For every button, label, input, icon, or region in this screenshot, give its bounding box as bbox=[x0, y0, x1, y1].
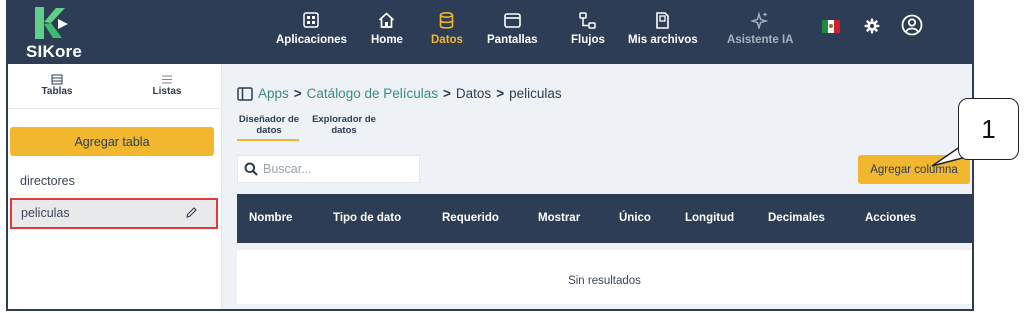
sikore-logo-icon bbox=[35, 7, 68, 39]
grid-icon bbox=[301, 10, 321, 30]
column-header-tipo-de-dato[interactable]: Tipo de dato bbox=[333, 212, 401, 224]
column-header-nombre[interactable]: Nombre bbox=[249, 212, 292, 224]
callout-badge: 1 bbox=[958, 98, 1019, 160]
app-logo[interactable]: SIKore bbox=[20, 6, 84, 62]
nav-label: Datos bbox=[431, 34, 463, 46]
column-header-longitud[interactable]: Longitud bbox=[685, 212, 734, 224]
search-box bbox=[237, 155, 420, 183]
mexico-flag-icon[interactable] bbox=[822, 20, 840, 33]
nav-label: Asistente IA bbox=[727, 34, 794, 46]
tab-label-line1: Explorador de bbox=[312, 114, 376, 125]
file-icon bbox=[653, 10, 673, 30]
tab-listas[interactable]: Listas bbox=[122, 74, 212, 97]
breadcrumb-current: peliculas bbox=[509, 86, 562, 101]
column-header-decimales[interactable]: Decimales bbox=[768, 212, 825, 224]
column-header-requerido[interactable]: Requerido bbox=[442, 212, 499, 224]
breadcrumb-apps[interactable]: Apps bbox=[258, 86, 289, 101]
window-icon bbox=[502, 10, 522, 30]
divider bbox=[8, 108, 222, 109]
home-icon bbox=[377, 10, 397, 30]
table-body: Sin resultados bbox=[237, 250, 972, 304]
sparkle-icon bbox=[750, 10, 770, 30]
search-icon bbox=[244, 162, 258, 176]
nav-label: Home bbox=[371, 34, 403, 46]
flow-icon bbox=[578, 10, 598, 30]
nav-datos[interactable]: Datos bbox=[431, 10, 463, 58]
tab-label-line2: datos bbox=[331, 125, 357, 136]
sidebar-item-directores[interactable]: directores bbox=[20, 174, 75, 188]
nav-label: Pantallas bbox=[487, 34, 538, 46]
app-name: SIKore bbox=[26, 42, 82, 61]
column-header-acciones: Acciones bbox=[865, 212, 917, 224]
nav-aplicaciones[interactable]: Aplicaciones bbox=[276, 10, 347, 58]
nav-pantallas[interactable]: Pantallas bbox=[487, 10, 538, 58]
app-window: SIKore Aplicaciones Home Datos Pantallas bbox=[6, 0, 974, 311]
main-content: Apps > Catálogo de Películas > Datos > p… bbox=[223, 64, 972, 309]
table-header: Nombre Tipo de dato Requerido Mostrar Ún… bbox=[237, 194, 972, 243]
tab-tablas[interactable]: Tablas bbox=[12, 74, 102, 97]
column-header-mostrar[interactable]: Mostrar bbox=[538, 212, 580, 224]
tab-label-line2: datos bbox=[256, 125, 282, 136]
database-icon bbox=[437, 10, 457, 30]
breadcrumb-separator: > bbox=[293, 86, 302, 101]
nav-label: Mis archivos bbox=[628, 34, 698, 46]
sidebar-toggle-icon[interactable] bbox=[237, 86, 253, 101]
nav-home[interactable]: Home bbox=[371, 10, 403, 58]
user-icon[interactable] bbox=[901, 14, 923, 36]
nav-mis-archivos[interactable]: Mis archivos bbox=[628, 10, 698, 58]
gear-icon[interactable] bbox=[863, 17, 881, 35]
breadcrumb-datos[interactable]: Datos bbox=[456, 86, 491, 101]
active-tab-indicator bbox=[237, 139, 299, 141]
tab-label: Tablas bbox=[41, 86, 73, 97]
tab-explorador-de-datos[interactable]: Explorador de datos bbox=[309, 114, 379, 136]
add-table-button[interactable]: Agregar tabla bbox=[10, 127, 214, 156]
sidebar-item-label: peliculas bbox=[21, 206, 70, 220]
search-input[interactable] bbox=[263, 162, 413, 176]
nav-label: Aplicaciones bbox=[276, 34, 347, 46]
table-icon bbox=[51, 74, 63, 85]
nav-flujos[interactable]: Flujos bbox=[571, 10, 605, 58]
sidebar: Tablas Listas Agregar tabla directores p… bbox=[8, 64, 222, 309]
tab-label: Listas bbox=[152, 86, 182, 97]
pencil-icon[interactable] bbox=[185, 206, 198, 219]
tab-disenador-de-datos[interactable]: Diseñador de datos bbox=[237, 114, 301, 136]
nav-label: Flujos bbox=[571, 34, 605, 46]
breadcrumb-separator: > bbox=[443, 86, 451, 101]
top-navigation-bar: SIKore Aplicaciones Home Datos Pantallas bbox=[8, 2, 972, 64]
breadcrumb-catalogo[interactable]: Catálogo de Películas bbox=[307, 86, 438, 101]
sidebar-item-peliculas[interactable]: peliculas bbox=[10, 198, 218, 229]
sidebar-item-label: directores bbox=[20, 174, 75, 188]
breadcrumb-separator: > bbox=[496, 86, 505, 101]
nav-asistente-ia[interactable]: Asistente IA bbox=[727, 10, 793, 58]
tab-label-line1: Diseñador de bbox=[238, 114, 300, 125]
column-header-unico[interactable]: Único bbox=[619, 212, 651, 224]
list-icon bbox=[162, 75, 172, 84]
empty-state-text: Sin resultados bbox=[568, 275, 641, 287]
breadcrumb: Apps > Catálogo de Películas > Datos > p… bbox=[237, 86, 562, 101]
